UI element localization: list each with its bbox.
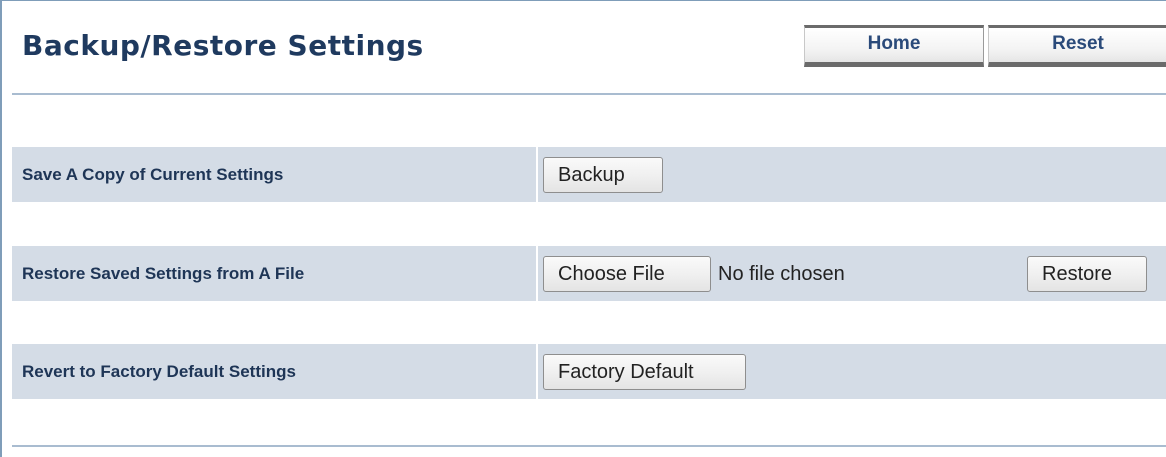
backup-label: Save A Copy of Current Settings bbox=[12, 147, 536, 202]
home-button[interactable]: Home bbox=[804, 25, 984, 67]
page-title: Backup/Restore Settings bbox=[22, 29, 424, 62]
restore-label: Restore Saved Settings from A File bbox=[12, 246, 536, 301]
footer-divider bbox=[12, 445, 1166, 447]
choose-file-button[interactable]: Choose File bbox=[543, 256, 711, 292]
backup-button[interactable]: Backup bbox=[543, 157, 663, 193]
header-divider bbox=[12, 93, 1166, 95]
settings-row-restore: Restore Saved Settings from A File Choos… bbox=[12, 246, 1166, 301]
file-status-text: No file chosen bbox=[718, 263, 845, 285]
backup-value-cell: Backup bbox=[538, 147, 1166, 202]
page-frame: Backup/Restore Settings Home Reset Save … bbox=[0, 0, 1166, 457]
reset-button[interactable]: Reset bbox=[988, 25, 1166, 67]
settings-row-backup: Save A Copy of Current Settings Backup bbox=[12, 147, 1166, 202]
settings-row-factory-default: Revert to Factory Default Settings Facto… bbox=[12, 344, 1166, 399]
factory-default-value-cell: Factory Default bbox=[538, 344, 1166, 399]
restore-value-cell: Choose File No file chosen Restore bbox=[538, 246, 1166, 301]
restore-button[interactable]: Restore bbox=[1027, 256, 1147, 292]
factory-default-button[interactable]: Factory Default bbox=[543, 354, 746, 390]
factory-default-label: Revert to Factory Default Settings bbox=[12, 344, 536, 399]
